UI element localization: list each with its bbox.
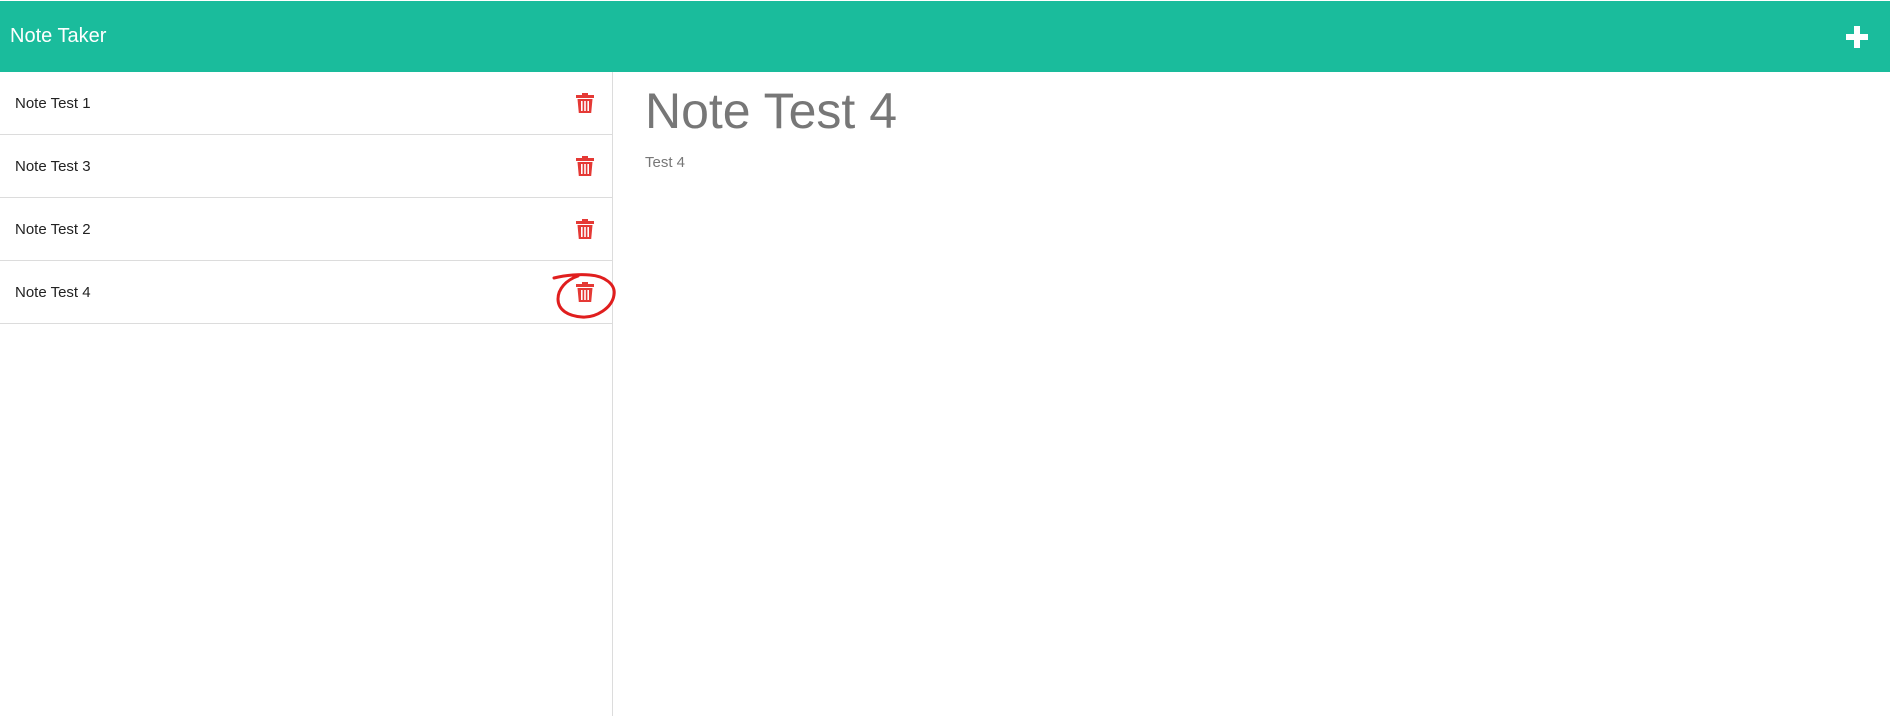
note-text[interactable]: Test 4	[645, 154, 1890, 171]
navbar: Note Taker	[0, 1, 1890, 72]
note-list-item-title: Note Test 2	[15, 220, 91, 238]
note-list-item-title: Note Test 1	[15, 94, 91, 112]
note-editor: Note Test 4 Test 4	[614, 72, 1890, 716]
note-title[interactable]: Note Test 4	[645, 84, 1890, 139]
app-brand[interactable]: Note Taker	[10, 25, 106, 48]
trash-icon[interactable]	[576, 219, 594, 239]
trash-icon[interactable]	[576, 156, 594, 176]
note-list-item-title: Note Test 4	[15, 283, 91, 301]
plus-icon[interactable]	[1846, 25, 1868, 48]
trash-icon[interactable]	[576, 282, 594, 302]
note-list-item[interactable]: Note Test 1	[0, 72, 612, 135]
note-list-item[interactable]: Note Test 2	[0, 198, 612, 261]
note-list-item-title: Note Test 3	[15, 157, 91, 175]
note-list-panel: Note Test 1 Note Test 3 Note Test 2 Note…	[0, 72, 616, 716]
note-list: Note Test 1 Note Test 3 Note Test 2 Note…	[0, 72, 616, 324]
note-list-item[interactable]: Note Test 3	[0, 135, 612, 198]
trash-icon[interactable]	[576, 93, 594, 113]
note-list-item[interactable]: Note Test 4	[0, 261, 616, 324]
